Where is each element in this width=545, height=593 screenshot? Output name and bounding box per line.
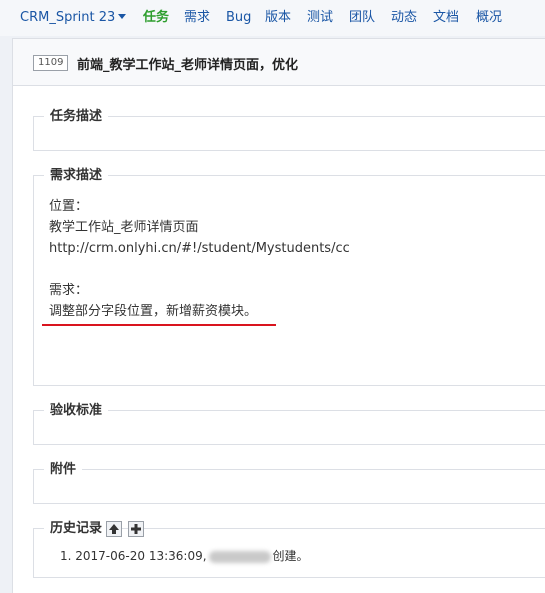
nav-tab-task[interactable]: 任务 [143, 10, 169, 26]
requirement-link[interactable]: http://crm.onlyhi.cn/#!/student/Mystuden… [49, 238, 350, 259]
task-detail-panel: 1109 前端_教学工作站_老师详情页面，优化 任务描述 需求描述 位置： 教学… [12, 38, 545, 593]
nav-tab-test[interactable]: 测试 [307, 10, 333, 26]
task-title: 前端_教学工作站_老师详情页面，优化 [77, 58, 299, 73]
chevron-down-icon [118, 14, 127, 19]
attachments-section: 附件 [33, 461, 545, 504]
history-heading: 历史记录 [44, 520, 109, 538]
nav-tab-version[interactable]: 版本 [265, 10, 291, 26]
nav-tab-team[interactable]: 团队 [349, 10, 375, 26]
nav-tab-overview[interactable]: 概况 [476, 10, 502, 26]
project-name: CRM_Sprint 23 [20, 10, 116, 25]
acceptance-criteria-heading: 验收标准 [44, 402, 109, 420]
history-entry-action: 创建。 [272, 549, 309, 563]
task-id-badge: 1109 [33, 55, 69, 71]
requirement-line: 调整部分字段位置，新增薪资模块。 [49, 304, 258, 319]
acceptance-criteria-section: 验收标准 [33, 402, 545, 445]
task-description-section: 任务描述 [33, 108, 545, 151]
history-section: 历史记录 1. 2017-06-20 13:36:09, 创建。 [33, 520, 545, 578]
task-title-bar: 1109 前端_教学工作站_老师详情页面，优化 [13, 39, 545, 86]
requirement-description-heading: 需求描述 [44, 167, 109, 185]
task-description-heading: 任务描述 [44, 108, 109, 126]
arrow-up-icon[interactable] [106, 521, 122, 537]
nav-tab-docs[interactable]: 文档 [433, 10, 459, 26]
project-nav: CRM_Sprint 23 任务 需求 Bug 版本 测试 团队 动态 文档 概… [0, 0, 545, 36]
nav-tab-requirement[interactable]: 需求 [184, 10, 210, 26]
history-entry: 1. 2017-06-20 13:36:09, 创建。 [60, 547, 309, 565]
nav-tab-bug[interactable]: Bug [226, 10, 251, 26]
requirement-line: 需求： [49, 283, 89, 298]
requirement-line: 教学工作站_老师详情页面 [49, 220, 199, 235]
project-switcher[interactable]: CRM_Sprint 23 [20, 10, 127, 26]
history-entry-time: 1. 2017-06-20 13:36:09, [60, 549, 207, 563]
nav-tab-activity[interactable]: 动态 [391, 10, 417, 26]
attachments-heading: 附件 [44, 461, 83, 479]
plus-icon[interactable] [128, 521, 144, 537]
requirement-description-section: 需求描述 位置： 教学工作站_老师详情页面 http://crm.onlyhi.… [33, 167, 545, 386]
red-underline-annotation [42, 324, 276, 326]
redacted-user-name [208, 550, 271, 563]
requirement-line: 位置： [49, 199, 89, 214]
requirement-content: 位置： 教学工作站_老师详情页面 http://crm.onlyhi.cn/#!… [49, 196, 350, 322]
requirement-blank-line [49, 259, 350, 280]
